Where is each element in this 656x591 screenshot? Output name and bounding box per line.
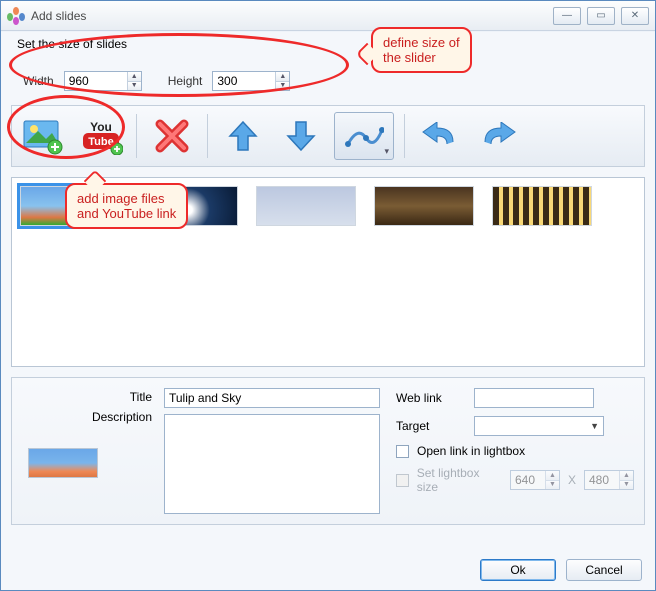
target-select[interactable]: ▼	[474, 416, 604, 436]
transition-button[interactable]: ▾	[334, 112, 394, 160]
set-lightbox-checkbox	[396, 474, 409, 487]
height-down[interactable]: ▼	[276, 82, 289, 91]
toolbar-divider-2	[207, 114, 208, 158]
weblink-label: Web link	[396, 391, 466, 405]
add-slides-window: Add slides — ▭ ✕ Set the size of slides …	[0, 0, 656, 591]
weblink-input[interactable]	[474, 388, 594, 408]
callout-size: define size of the slider	[371, 27, 472, 73]
size-section: Set the size of slides	[11, 39, 645, 71]
height-input[interactable]	[213, 72, 275, 90]
details-panel: Title Description Web link Target	[11, 377, 645, 525]
title-input[interactable]	[164, 388, 380, 408]
ok-button[interactable]: Ok	[480, 559, 556, 581]
open-lightbox-label: Open link in lightbox	[417, 444, 525, 458]
dropdown-icon[interactable]: ▾	[384, 146, 389, 157]
chevron-down-icon: ▼	[590, 421, 599, 431]
svg-text:You: You	[90, 120, 112, 134]
set-lightbox-label: Set lightbox size	[417, 466, 502, 494]
thumbnail-5[interactable]	[492, 186, 592, 226]
add-youtube-button[interactable]: You Tube	[76, 112, 126, 160]
width-spinner[interactable]: ▲▼	[64, 71, 142, 91]
youtube-icon: You Tube	[79, 117, 123, 155]
arrow-down-icon	[284, 118, 318, 154]
window-title: Add slides	[31, 9, 553, 23]
app-icon	[7, 7, 25, 25]
undo-button[interactable]	[415, 112, 465, 160]
add-image-icon	[22, 117, 64, 155]
lightbox-height-spinner: ▲▼	[584, 470, 634, 490]
toolbar-divider	[136, 114, 137, 158]
lightbox-x-label: X	[568, 473, 576, 487]
window-controls: — ▭ ✕	[553, 7, 649, 25]
svg-text:Tube: Tube	[88, 136, 113, 148]
titlebar: Add slides — ▭ ✕	[1, 1, 655, 31]
height-label: Height	[168, 74, 203, 88]
lightbox-height-input	[585, 471, 619, 489]
add-image-button[interactable]	[18, 112, 68, 160]
description-label: Description	[52, 410, 152, 424]
arrow-up-icon	[226, 118, 260, 154]
move-up-button[interactable]	[218, 112, 268, 160]
height-spinner[interactable]: ▲▼	[212, 71, 290, 91]
lightbox-width-input	[511, 471, 545, 489]
width-label: Width	[23, 74, 54, 88]
target-label: Target	[396, 419, 466, 433]
thumbnail-3[interactable]	[256, 186, 356, 226]
thumbnail-4[interactable]	[374, 186, 474, 226]
footer-buttons: Ok Cancel	[480, 559, 642, 581]
transition-icon	[344, 120, 384, 152]
delete-icon	[154, 118, 190, 154]
size-section-label: Set the size of slides	[17, 37, 127, 51]
redo-icon	[479, 122, 517, 150]
delete-button[interactable]	[147, 112, 197, 160]
width-up[interactable]: ▲	[128, 72, 141, 82]
close-button[interactable]: ✕	[621, 7, 649, 25]
preview-thumbnail	[28, 448, 98, 478]
width-input[interactable]	[65, 72, 127, 90]
height-up[interactable]: ▲	[276, 72, 289, 82]
move-down-button[interactable]	[276, 112, 326, 160]
minimize-button[interactable]: —	[553, 7, 581, 25]
maximize-button[interactable]: ▭	[587, 7, 615, 25]
callout-add: add image files and YouTube link	[65, 183, 188, 229]
width-down[interactable]: ▼	[128, 82, 141, 91]
dialog-body: Set the size of slides Width ▲▼ Height ▲…	[1, 31, 655, 533]
description-input[interactable]	[164, 414, 380, 514]
title-label: Title	[52, 390, 152, 404]
redo-button[interactable]	[473, 112, 523, 160]
open-lightbox-checkbox[interactable]	[396, 445, 409, 458]
undo-icon	[421, 122, 459, 150]
cancel-button[interactable]: Cancel	[566, 559, 642, 581]
toolbar: You Tube ▾	[11, 105, 645, 167]
toolbar-divider-3	[404, 114, 405, 158]
lightbox-width-spinner: ▲▼	[510, 470, 560, 490]
